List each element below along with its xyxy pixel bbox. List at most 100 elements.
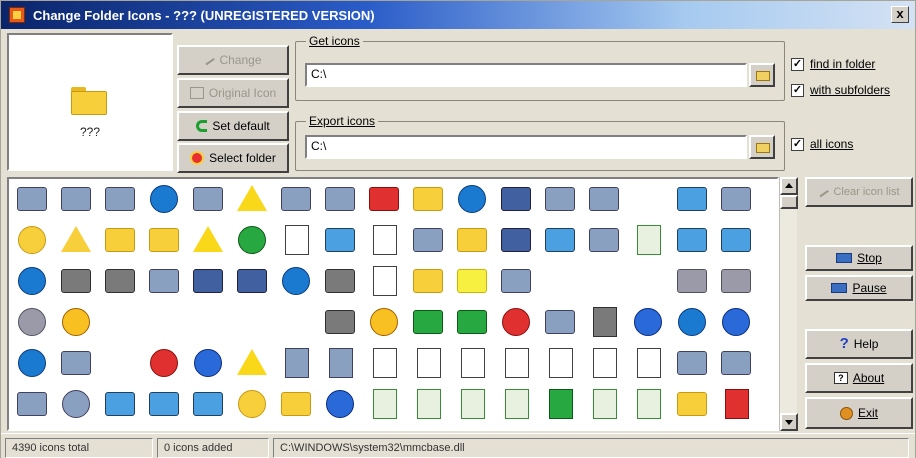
globe-icon[interactable]: [455, 183, 491, 215]
icon-grid[interactable]: [7, 177, 779, 431]
blocks-list-icon[interactable]: [675, 347, 711, 379]
document-person-icon[interactable]: [367, 224, 403, 256]
folder-tan-icon[interactable]: [279, 388, 315, 420]
certificate-icon[interactable]: [631, 224, 667, 256]
grey-cloud-icon[interactable]: [719, 265, 755, 297]
text-a-icon[interactable]: [279, 347, 315, 379]
doc-tall-icon[interactable]: [455, 347, 491, 379]
hourglass-icon[interactable]: [323, 183, 359, 215]
scroll-down-icon[interactable]: [780, 413, 798, 431]
cert-x-icon[interactable]: [587, 388, 623, 420]
world-computer-icon[interactable]: [279, 183, 315, 215]
globe-stand-icon[interactable]: [147, 183, 183, 215]
browse-get-folder-icon[interactable]: [749, 63, 775, 87]
lightbulb-icon[interactable]: [147, 265, 183, 297]
help-folder-icon[interactable]: [103, 224, 139, 256]
download-gear-icon[interactable]: [59, 183, 95, 215]
telephone-icon[interactable]: [191, 183, 227, 215]
scroll-up-icon[interactable]: [780, 177, 798, 195]
window-shutter-icon[interactable]: [499, 224, 535, 256]
book-phone-icon[interactable]: [15, 183, 51, 215]
green-arrow-right-icon[interactable]: [455, 306, 491, 338]
check-icon[interactable]: ✓: [791, 137, 804, 151]
brown-rock-icon[interactable]: [719, 183, 755, 215]
tree-diagram-icon[interactable]: [587, 183, 623, 215]
stop-button[interactable]: Stop: [805, 245, 913, 271]
find-in-folder-checkbox[interactable]: ✓ find in folder: [791, 57, 875, 71]
info-folder-icon[interactable]: [15, 224, 51, 256]
title-bar[interactable]: Change Folder Icons - ??? (UNREGISTERED …: [1, 1, 915, 29]
doc-lines-small-icon[interactable]: [411, 347, 447, 379]
paper-tube-icon[interactable]: [411, 224, 447, 256]
info-speech-icon[interactable]: [191, 347, 227, 379]
exit-button[interactable]: Exit: [805, 397, 913, 429]
network-cluster-icon[interactable]: [147, 388, 183, 420]
select-folder-button[interactable]: Select folder: [177, 143, 289, 173]
icon-grid-scrollbar[interactable]: [779, 177, 798, 431]
warning-folder-icon[interactable]: [59, 224, 95, 256]
pause-button[interactable]: Pause: [805, 275, 913, 301]
network-cable-icon[interactable]: [675, 224, 711, 256]
check-icon[interactable]: ✓: [791, 83, 804, 97]
small-arrow-icon[interactable]: [59, 347, 95, 379]
export-icons-path-input[interactable]: C:\: [305, 135, 747, 159]
cert-ribbon-icon[interactable]: [411, 388, 447, 420]
sun-cloud-icon[interactable]: [15, 306, 51, 338]
red-x-circle-icon[interactable]: [499, 306, 535, 338]
green-arrows-icon[interactable]: [411, 306, 447, 338]
doc-grid-icon[interactable]: [631, 347, 667, 379]
info-doc-icon[interactable]: [323, 388, 359, 420]
warning-triangle-icon[interactable]: [235, 347, 271, 379]
help-button[interactable]: ? Help: [805, 329, 913, 359]
scroll-thumb[interactable]: [780, 195, 798, 209]
cert-stack-icon[interactable]: [631, 388, 667, 420]
cert-x-icon[interactable]: [499, 388, 535, 420]
about-button[interactable]: ? About: [805, 363, 913, 393]
clapper-321-icon[interactable]: [103, 265, 139, 297]
cert-red-icon[interactable]: [719, 388, 755, 420]
warning-triangle-icon[interactable]: [235, 183, 271, 215]
lines-list-icon[interactable]: [719, 347, 755, 379]
with-subfolders-checkbox[interactable]: ✓ with subfolders: [791, 83, 890, 97]
all-icons-checkbox[interactable]: ✓ all icons: [791, 137, 853, 151]
info-blue-icon[interactable]: [719, 306, 755, 338]
red-x-icon[interactable]: [367, 183, 403, 215]
server-pipes-icon[interactable]: [587, 224, 623, 256]
globe-cog-icon[interactable]: [279, 265, 315, 297]
calendar-clock-icon[interactable]: [103, 183, 139, 215]
green-check-icon[interactable]: [235, 224, 271, 256]
window-bar-icon[interactable]: [235, 265, 271, 297]
network-computer-icon[interactable]: [675, 183, 711, 215]
network-diamond-icon[interactable]: [719, 224, 755, 256]
globe-folder-icon[interactable]: [235, 388, 271, 420]
key-folder-icon[interactable]: [147, 224, 183, 256]
ie-document-icon[interactable]: [279, 224, 315, 256]
star-globe-icon[interactable]: [15, 347, 51, 379]
clapper-gear-icon[interactable]: [323, 265, 359, 297]
doc-column-icon[interactable]: [543, 347, 579, 379]
doc-lines-icon[interactable]: [367, 347, 403, 379]
keys-person-icon[interactable]: [543, 306, 579, 338]
red-x-circle-icon[interactable]: [147, 347, 183, 379]
cert-green-icon[interactable]: [543, 388, 579, 420]
original-icon-button[interactable]: Original Icon: [177, 78, 289, 108]
network-cluster-icon[interactable]: [191, 388, 227, 420]
folder-icon[interactable]: [411, 183, 447, 215]
clapper-icon[interactable]: [59, 265, 95, 297]
computer-network-icon[interactable]: [323, 224, 359, 256]
folder-star-icon[interactable]: [411, 265, 447, 297]
spark-icon[interactable]: [499, 265, 535, 297]
clear-icon-list-button[interactable]: Clear icon list: [805, 177, 913, 207]
close-button[interactable]: x: [891, 6, 909, 23]
warning-triangle-icon[interactable]: [191, 224, 227, 256]
clapper-321-icon[interactable]: [323, 306, 359, 338]
info-bubble-icon[interactable]: [631, 306, 667, 338]
change-button[interactable]: Change: [177, 45, 289, 75]
lock-folder-icon[interactable]: [455, 224, 491, 256]
get-icons-path-input[interactable]: C:\: [305, 63, 747, 87]
cert-blue-icon[interactable]: [455, 388, 491, 420]
network-cluster-icon[interactable]: [103, 388, 139, 420]
text-a-small-icon[interactable]: [323, 347, 359, 379]
doc-page-icon[interactable]: [587, 347, 623, 379]
printer-icon[interactable]: [15, 388, 51, 420]
